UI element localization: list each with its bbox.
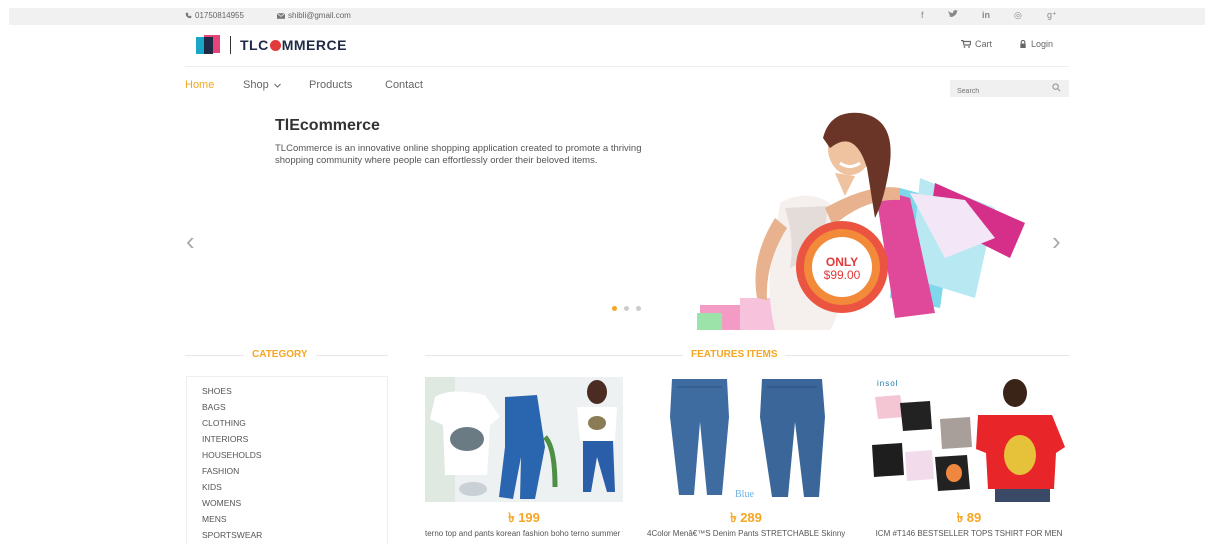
- google-plus-icon[interactable]: g⁺: [1047, 10, 1057, 21]
- category-item-kids[interactable]: KIDS: [202, 482, 222, 492]
- brand-text-end: MMERCE: [281, 37, 347, 53]
- phone-number: 01750814955: [195, 11, 244, 20]
- product-tag-3: insol: [877, 379, 898, 388]
- category-item-mens[interactable]: MENS: [202, 514, 227, 524]
- product-tag-2: Blue: [735, 489, 754, 500]
- category-item-interiors[interactable]: INTERIORS: [202, 434, 248, 444]
- category-title: CATEGORY: [244, 349, 316, 360]
- nav-contact[interactable]: Contact: [385, 79, 423, 91]
- nav-shop[interactable]: Shop: [243, 79, 281, 91]
- features-title: FEATURES ITEMS: [683, 349, 786, 360]
- phone-contact[interactable]: 01750814955: [185, 11, 244, 20]
- envelope-icon: [277, 12, 285, 19]
- cart-icon: [961, 40, 971, 48]
- category-item-bags[interactable]: BAGS: [202, 402, 226, 412]
- linkedin-icon[interactable]: in: [982, 10, 990, 20]
- dribbble-icon[interactable]: ◎: [1014, 10, 1022, 21]
- header-divider: [185, 66, 1069, 67]
- product-name-1[interactable]: terno top and pants korean fashion boho …: [425, 529, 623, 544]
- product-name-2[interactable]: 4Color Menâ€™S Denim Pants STRETCHABLE S…: [647, 529, 845, 544]
- facebook-icon[interactable]: f: [921, 10, 924, 20]
- slider-dot-2[interactable]: [624, 306, 629, 311]
- search-icon[interactable]: [1052, 83, 1061, 92]
- top-bar: 01750814955 shibli@gmail.com f in ◎ g⁺: [9, 8, 1205, 25]
- badge-price: $99.00: [823, 268, 861, 282]
- product-price-2: ৳ 289: [730, 510, 762, 525]
- brand-text-start: TLC: [240, 37, 269, 53]
- search-input[interactable]: [950, 83, 1045, 100]
- nav-shop-label: Shop: [243, 79, 269, 91]
- category-item-womens[interactable]: WOMENS: [202, 498, 241, 508]
- search-box: [950, 80, 1069, 100]
- product-image-2[interactable]: Blue: [647, 377, 845, 502]
- twitter-icon[interactable]: [948, 10, 958, 20]
- product-name-3[interactable]: ICM #T146 BESTSELLER TOPS TSHIRT FOR MEN: [870, 529, 1068, 544]
- phone-icon: [185, 12, 192, 19]
- slider-prev-arrow-icon[interactable]: ‹: [186, 228, 195, 254]
- hero-description: TLCommerce is an innovative online shopp…: [275, 143, 642, 166]
- badge-only-label: ONLY: [825, 255, 859, 269]
- product-price-3: ৳ 89: [956, 510, 982, 525]
- nav-products[interactable]: Products: [309, 79, 352, 91]
- logo-icon[interactable]: [196, 34, 222, 56]
- slider-dot-3[interactable]: [636, 306, 641, 311]
- category-item-shoes[interactable]: SHOES: [202, 386, 232, 396]
- price-badge-text: ONLY $99.00: [776, 225, 908, 309]
- slider-next-arrow-icon[interactable]: ›: [1052, 228, 1061, 254]
- product-price-1: ৳ 199: [508, 510, 540, 525]
- lock-icon: [1020, 40, 1026, 48]
- cart-label: Cart: [975, 39, 993, 49]
- cart-link[interactable]: Cart: [961, 39, 992, 49]
- slider-dot-1[interactable]: [612, 306, 617, 311]
- category-item-households[interactable]: HOUSEHOLDS: [202, 450, 262, 460]
- category-item-sportswear[interactable]: SPORTSWEAR: [202, 530, 262, 540]
- category-item-fashion[interactable]: FASHION: [202, 466, 239, 476]
- brand-logo[interactable]: TLC MMERCE: [240, 37, 347, 53]
- email-contact[interactable]: shibli@gmail.com: [277, 11, 351, 20]
- nav-home[interactable]: Home: [185, 79, 214, 91]
- login-link[interactable]: Login: [1019, 39, 1053, 49]
- category-item-clothing[interactable]: CLOTHING: [202, 418, 246, 428]
- product-image-1[interactable]: [425, 377, 623, 502]
- logo-divider: [230, 36, 231, 54]
- hero-title: TlEcommerce: [275, 117, 380, 134]
- email-address: shibli@gmail.com: [288, 11, 351, 20]
- chevron-down-icon: [273, 83, 281, 88]
- brand-o-mark: [269, 40, 281, 51]
- login-label: Login: [1031, 39, 1054, 49]
- product-image-3[interactable]: insol: [870, 377, 1068, 502]
